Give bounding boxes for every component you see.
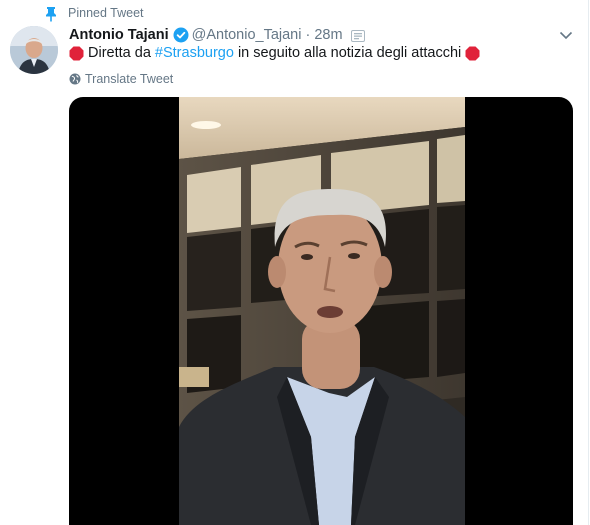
tweet-card[interactable]: Pinned Tweet Antonio Tajani @Antonio_Taj…: [0, 0, 589, 525]
pinned-indicator: Pinned Tweet: [44, 5, 144, 23]
stop-sign-icon: [69, 46, 84, 61]
embed-icon[interactable]: [350, 29, 365, 42]
pin-icon: [44, 6, 58, 22]
tweet-text-part: in seguito alla notizia degli attacchi: [233, 45, 466, 61]
chevron-down-icon[interactable]: [558, 27, 574, 43]
author-handle[interactable]: @Antonio_Tajani: [192, 27, 302, 43]
author-name[interactable]: Antonio Tajani: [69, 27, 169, 43]
separator-dot: ·: [305, 27, 311, 43]
globe-icon: [69, 73, 81, 85]
tweet-text-part: Diretta da: [84, 45, 155, 61]
video-player[interactable]: [69, 97, 573, 525]
video-frame: [179, 97, 465, 525]
tweet-text: Diretta da #Strasburgo in seguito alla n…: [69, 42, 480, 64]
avatar[interactable]: [10, 26, 58, 74]
verified-badge-icon: [173, 27, 189, 43]
translate-label[interactable]: Translate Tweet: [85, 72, 173, 86]
stop-sign-icon: [465, 46, 480, 61]
translate-tweet-link[interactable]: Translate Tweet: [69, 71, 173, 87]
tweet-timestamp[interactable]: 28m: [314, 27, 342, 43]
hashtag-link[interactable]: #Strasburgo: [155, 45, 234, 61]
pinned-label: Pinned Tweet: [68, 6, 144, 20]
